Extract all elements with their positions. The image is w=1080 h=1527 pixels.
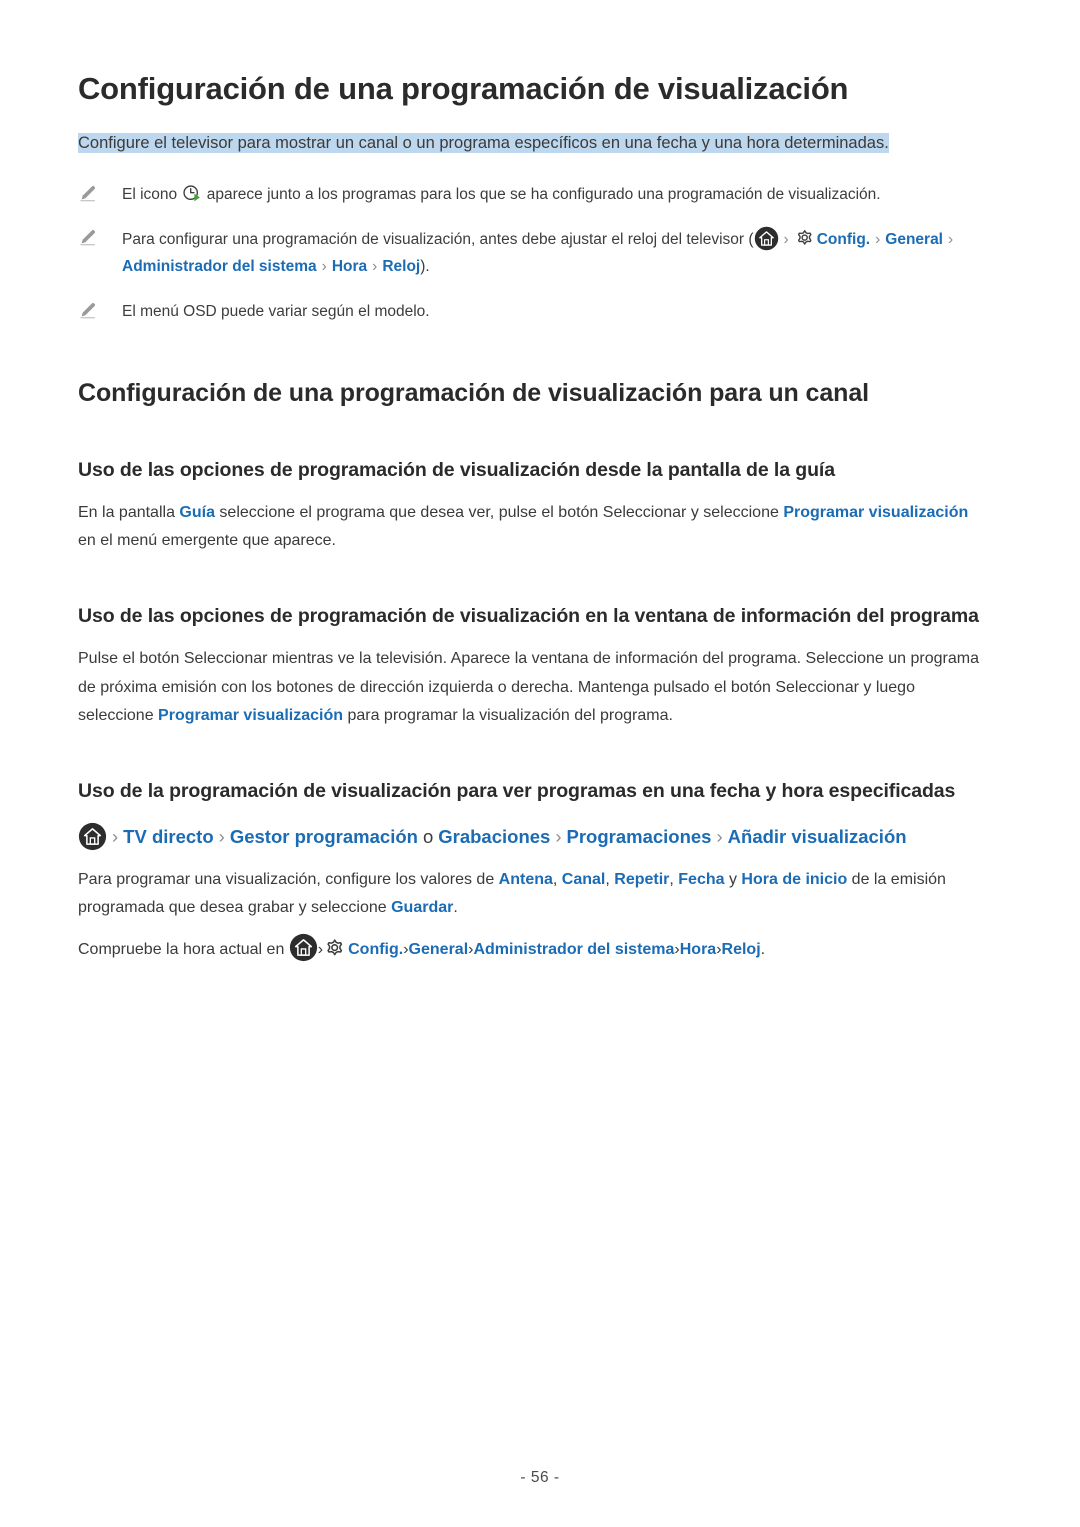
paragraph-programar-visualizacion: Para programar una visualización, config…	[78, 852, 980, 923]
link-hora-de-inicio[interactable]: Hora de inicio	[741, 871, 847, 888]
path-link-reloj[interactable]: Reloj	[382, 258, 420, 275]
gear-icon	[797, 230, 812, 245]
home-icon[interactable]	[78, 822, 107, 851]
note-item: El icono aparece junto a los programas p…	[78, 182, 980, 209]
note-text: Para configurar una programación de visu…	[122, 226, 980, 280]
pencil-icon	[80, 230, 95, 246]
document-page: Configuración de una programación de vis…	[0, 0, 1080, 1527]
path-link-hora[interactable]: Hora	[680, 941, 716, 958]
path-separator: ›	[321, 257, 327, 275]
paragraph-comprobar-hora: Compruebe la hora actual en › Config.›Gen…	[78, 923, 980, 964]
text-fragment: ,	[669, 870, 679, 888]
link-programar-visualizacion[interactable]: Programar visualización	[158, 707, 343, 724]
note-1-part-2: aparece junto a los programas para los q…	[202, 185, 881, 203]
subsection-heading-fecha-hora: Uso de la programación de visualización …	[78, 779, 956, 802]
note-item: Para configurar una programación de visu…	[78, 226, 980, 280]
path-separator: ›	[783, 231, 789, 249]
link-programar-visualizacion[interactable]: Programar visualización	[783, 504, 968, 521]
text-fragment: .	[760, 940, 766, 958]
path-conjunction: o	[422, 825, 434, 847]
text-fragment: ,	[605, 870, 615, 888]
path-link-administrador-del-sistema[interactable]: Administrador del sistema	[473, 941, 674, 958]
link-guardar[interactable]: Guardar	[391, 899, 453, 916]
notes-list: El icono aparece junto a los programas p…	[78, 182, 980, 326]
path-link-administrador-del-sistema[interactable]: Administrador del sistema	[122, 258, 317, 275]
subsection-heading-info-ventana: Uso de las opciones de programación de v…	[78, 604, 979, 627]
link-guia[interactable]: Guía	[179, 504, 215, 521]
link-canal[interactable]: Canal	[562, 871, 606, 888]
page-subtitle-wrapper: Configure el televisor para mostrar un c…	[78, 129, 980, 158]
document-content: Configuración de una programación de vis…	[78, 0, 980, 964]
page-title: Configuración de una programación de vis…	[78, 71, 849, 106]
pencil-icon	[80, 185, 95, 201]
link-fecha[interactable]: Fecha	[678, 871, 724, 888]
path-link-programaciones[interactable]: Programaciones	[567, 826, 712, 847]
path-link-general[interactable]: General	[885, 231, 943, 248]
link-antena[interactable]: Antena	[499, 871, 553, 888]
text-fragment: en el menú emergente que aparece.	[78, 532, 336, 550]
link-repetir[interactable]: Repetir	[614, 871, 669, 888]
path-link-reloj[interactable]: Reloj	[722, 941, 761, 958]
path-separator: ›	[875, 231, 881, 249]
path-link-gestor-programacion[interactable]: Gestor programación	[230, 826, 418, 847]
path-separator: ›	[555, 825, 562, 847]
text-fragment: .	[453, 899, 458, 917]
subsection-heading-guia: Uso de las opciones de programación de v…	[78, 458, 835, 481]
text-fragment: y	[724, 870, 742, 888]
subsection-paragraph-guia: En la pantalla Guía seleccione el progra…	[78, 485, 980, 556]
path-separator: ›	[716, 825, 723, 847]
schedule-view-clock-icon	[183, 185, 201, 201]
path-link-grabaciones[interactable]: Grabaciones	[438, 826, 550, 847]
home-icon	[754, 227, 778, 251]
path-link-anadir-visualizacion[interactable]: Añadir visualización	[728, 826, 907, 847]
note-2-part-1: Para configurar una programación de visu…	[122, 231, 754, 249]
path-separator: ›	[948, 231, 954, 249]
text-fragment: para programar la visualización del prog…	[343, 707, 673, 725]
text-fragment: ,	[552, 870, 562, 888]
path-link-hora[interactable]: Hora	[332, 258, 367, 275]
note-bullet	[78, 226, 122, 249]
path-link-config[interactable]: Config.	[348, 941, 403, 958]
note-text: El icono aparece junto a los programas p…	[122, 182, 980, 209]
home-icon[interactable]	[289, 933, 318, 962]
pencil-icon	[80, 302, 95, 318]
note-item: El menú OSD puede variar según el modelo…	[78, 299, 980, 326]
text-fragment: seleccione el programa que desea ver, pu…	[214, 504, 784, 521]
note-1-part-1: El icono	[122, 185, 182, 203]
text-fragment: Compruebe la hora actual en	[78, 940, 289, 958]
path-separator: ›	[218, 825, 225, 847]
section-heading: Configuración de una programación de vis…	[78, 379, 869, 408]
subsection-paragraph-info-ventana: Pulse el botón Seleccionar mientras ve l…	[78, 631, 980, 730]
text-fragment: En la pantalla	[78, 504, 180, 521]
path-separator: ›	[372, 257, 378, 275]
path-link-tv-directo[interactable]: TV directo	[123, 826, 213, 847]
menu-path-breadcrumb: › TV directo › Gestor programación o Grabacio…	[78, 806, 980, 852]
gear-icon[interactable]	[323, 936, 346, 959]
note-2-closing: ).	[420, 257, 430, 275]
path-link-general[interactable]: General	[409, 941, 469, 958]
note-text: El menú OSD puede variar según el modelo…	[122, 302, 430, 320]
page-number: - 56 -	[520, 1469, 560, 1486]
path-link-config[interactable]: Config.	[817, 231, 870, 248]
page-subtitle: Configure el televisor para mostrar un c…	[78, 132, 889, 153]
path-separator: ›	[112, 825, 119, 847]
note-bullet	[78, 299, 122, 322]
text-fragment: Para programar una visualización, config…	[78, 870, 499, 888]
note-bullet	[78, 182, 122, 205]
